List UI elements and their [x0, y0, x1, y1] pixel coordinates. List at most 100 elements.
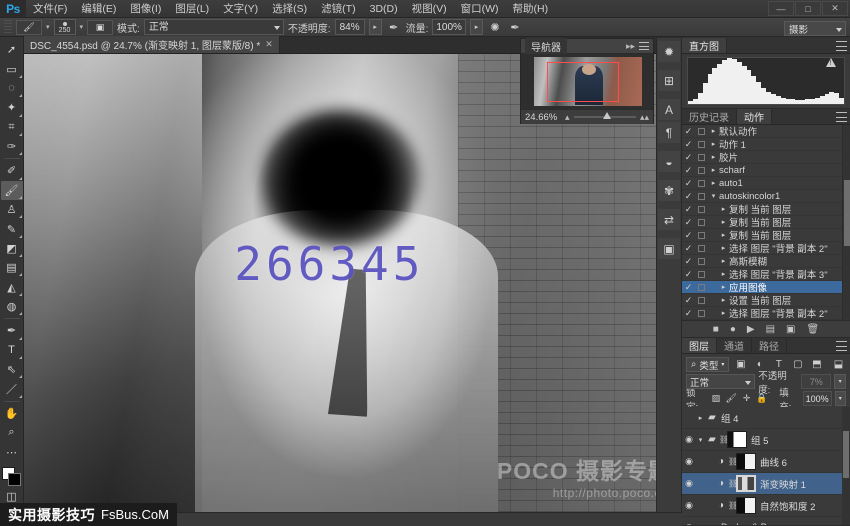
navigator-view-box[interactable]	[547, 62, 619, 102]
action-expand-icon[interactable]: ▸	[708, 179, 719, 187]
action-toggle-icon[interactable]: ✓	[682, 295, 695, 306]
new-action-icon[interactable]: ▣	[786, 324, 795, 335]
layer-visibility-icon[interactable]: ◉	[682, 478, 696, 489]
layers-scrollbar-thumb[interactable]	[843, 431, 849, 478]
document-tab[interactable]: DSC_4554.psd @ 24.7% (渐变映射 1, 图层蒙版/8) * …	[24, 36, 280, 53]
menu-type[interactable]: 文字(Y)	[216, 0, 265, 18]
layer-expand-icon[interactable]: ▸	[696, 414, 705, 422]
brush-size-chevron-icon[interactable]: ▾	[80, 23, 84, 31]
navigator-tab[interactable]: 导航器	[525, 38, 567, 55]
action-toggle-icon[interactable]: ✓	[682, 308, 695, 319]
layer-opacity-input[interactable]: 7%	[801, 374, 831, 389]
actions-scrollbar[interactable]	[842, 125, 850, 320]
lock-all-icon[interactable]: 🔒	[756, 393, 768, 404]
action-toggle-icon[interactable]: ✓	[682, 256, 695, 267]
layer-row[interactable]: ◉◑⛓曲线 6	[682, 451, 850, 473]
layer-row[interactable]: ◉◑⛓渐变映射 1	[682, 473, 850, 495]
action-row[interactable]: ✓▸胶片	[682, 151, 850, 164]
action-expand-icon[interactable]: ▸	[718, 244, 729, 252]
history-brush-tool[interactable]: ✎	[1, 219, 23, 238]
smart-object-filter-icon[interactable]: ⬒	[809, 357, 824, 372]
play-icon[interactable]: ▶	[747, 324, 755, 335]
record-icon[interactable]: ●	[730, 324, 736, 335]
flow-stepper[interactable]: ▸	[470, 19, 483, 35]
styles-icon[interactable]: ⊞	[658, 70, 680, 91]
shape-tool[interactable]: ／	[1, 379, 23, 398]
action-dialog-toggle[interactable]	[695, 258, 708, 265]
edit-toolbar-tool[interactable]: ⋯	[1, 442, 23, 461]
layer-filter-select[interactable]: ⌕ 类型 ▾	[686, 357, 729, 372]
action-dialog-toggle[interactable]	[695, 232, 708, 239]
path-selection-tool[interactable]: ⇖	[1, 360, 23, 379]
action-expand-icon[interactable]: ▸	[718, 270, 729, 278]
lasso-tool[interactable]: ◌	[1, 79, 23, 98]
action-toggle-icon[interactable]: ✓	[682, 230, 695, 241]
action-dialog-toggle[interactable]	[695, 245, 708, 252]
eraser-tool[interactable]: ◩	[1, 239, 23, 258]
stop-icon[interactable]: ■	[713, 324, 719, 335]
action-expand-icon[interactable]: ▾	[708, 192, 719, 200]
action-dialog-toggle[interactable]	[695, 141, 708, 148]
action-dialog-toggle[interactable]	[695, 284, 708, 291]
action-expand-icon[interactable]: ▸	[718, 309, 729, 317]
navigator-preview[interactable]	[521, 54, 653, 109]
actions-scrollbar-thumb[interactable]	[844, 180, 850, 246]
layer-thumbnail[interactable]	[736, 475, 756, 492]
action-dialog-toggle[interactable]	[695, 297, 708, 304]
tab-histogram[interactable]: 直方图	[682, 38, 727, 53]
properties-icon[interactable]: ⇄	[658, 209, 680, 230]
color-swatches[interactable]	[1, 466, 23, 487]
crop-tool[interactable]: ⌗	[1, 118, 23, 137]
close-button[interactable]: ✕	[822, 1, 848, 16]
action-expand-icon[interactable]: ▸	[718, 257, 729, 265]
zoom-tool[interactable]: ⌕	[1, 423, 23, 442]
layer-row[interactable]: ◉▾▰Dodge & Burn	[682, 517, 850, 525]
flow-input[interactable]: 100%	[432, 19, 466, 35]
layer-thumbnail[interactable]	[736, 453, 756, 470]
layers-menu-icon[interactable]	[836, 341, 847, 351]
action-dialog-toggle[interactable]	[695, 271, 708, 278]
action-expand-icon[interactable]: ▸	[708, 153, 719, 161]
menu-filter[interactable]: 滤镜(T)	[314, 0, 362, 18]
menu-view[interactable]: 视图(V)	[405, 0, 454, 18]
paragraph-icon[interactable]: ¶	[658, 122, 680, 143]
pressure-size-icon[interactable]: ✒	[507, 19, 523, 35]
action-expand-icon[interactable]: ▸	[718, 231, 729, 239]
minimize-button[interactable]: —	[768, 1, 794, 16]
layer-visibility-icon[interactable]: ◉	[682, 434, 696, 445]
brush-size-field[interactable]: 250	[54, 19, 76, 35]
menu-edit[interactable]: 编辑(E)	[74, 0, 123, 18]
action-row[interactable]: ✓▸scharf	[682, 164, 850, 177]
navigator-zoom-slider[interactable]	[574, 116, 636, 118]
navigator-zoom-value[interactable]: 24.66%	[525, 112, 561, 123]
action-dialog-toggle[interactable]	[695, 128, 708, 135]
options-bar-grip[interactable]	[4, 20, 12, 35]
character-icon[interactable]: A	[658, 99, 680, 120]
new-set-icon[interactable]: ▤	[766, 324, 775, 335]
brush-preview-icon[interactable]: 🖌	[16, 20, 42, 35]
action-toggle-icon[interactable]: ✓	[682, 165, 695, 176]
background-color-swatch[interactable]	[8, 473, 21, 486]
layer-row[interactable]: ▸▰组 4	[682, 407, 850, 429]
layer-fill-input[interactable]: 100%	[803, 391, 832, 406]
opacity-input[interactable]: 84%	[335, 19, 365, 35]
menu-help[interactable]: 帮助(H)	[506, 0, 556, 18]
layer-visibility-icon[interactable]: ◉	[682, 522, 696, 525]
action-row[interactable]: ✓▸auto1	[682, 177, 850, 190]
navigator-zoom-knob[interactable]	[603, 112, 611, 119]
action-dialog-toggle[interactable]	[695, 193, 708, 200]
action-dialog-toggle[interactable]	[695, 180, 708, 187]
action-toggle-icon[interactable]: ✓	[682, 282, 695, 293]
action-expand-icon[interactable]: ▸	[708, 127, 719, 135]
lock-transparent-icon[interactable]: ▨	[710, 393, 722, 404]
action-expand-icon[interactable]: ▸	[718, 218, 729, 226]
action-expand-icon[interactable]: ▸	[718, 205, 729, 213]
blend-mode-select[interactable]: 正常	[144, 19, 284, 35]
tab-history[interactable]: 历史记录	[682, 109, 737, 124]
menu-window[interactable]: 窗口(W)	[454, 0, 506, 18]
layer-visibility-icon[interactable]: ◉	[682, 500, 696, 511]
zoom-in-icon[interactable]: ▴▴	[640, 112, 649, 123]
menu-file[interactable]: 文件(F)	[26, 0, 74, 18]
maximize-button[interactable]: □	[795, 1, 821, 16]
menu-3d[interactable]: 3D(D)	[363, 0, 405, 18]
